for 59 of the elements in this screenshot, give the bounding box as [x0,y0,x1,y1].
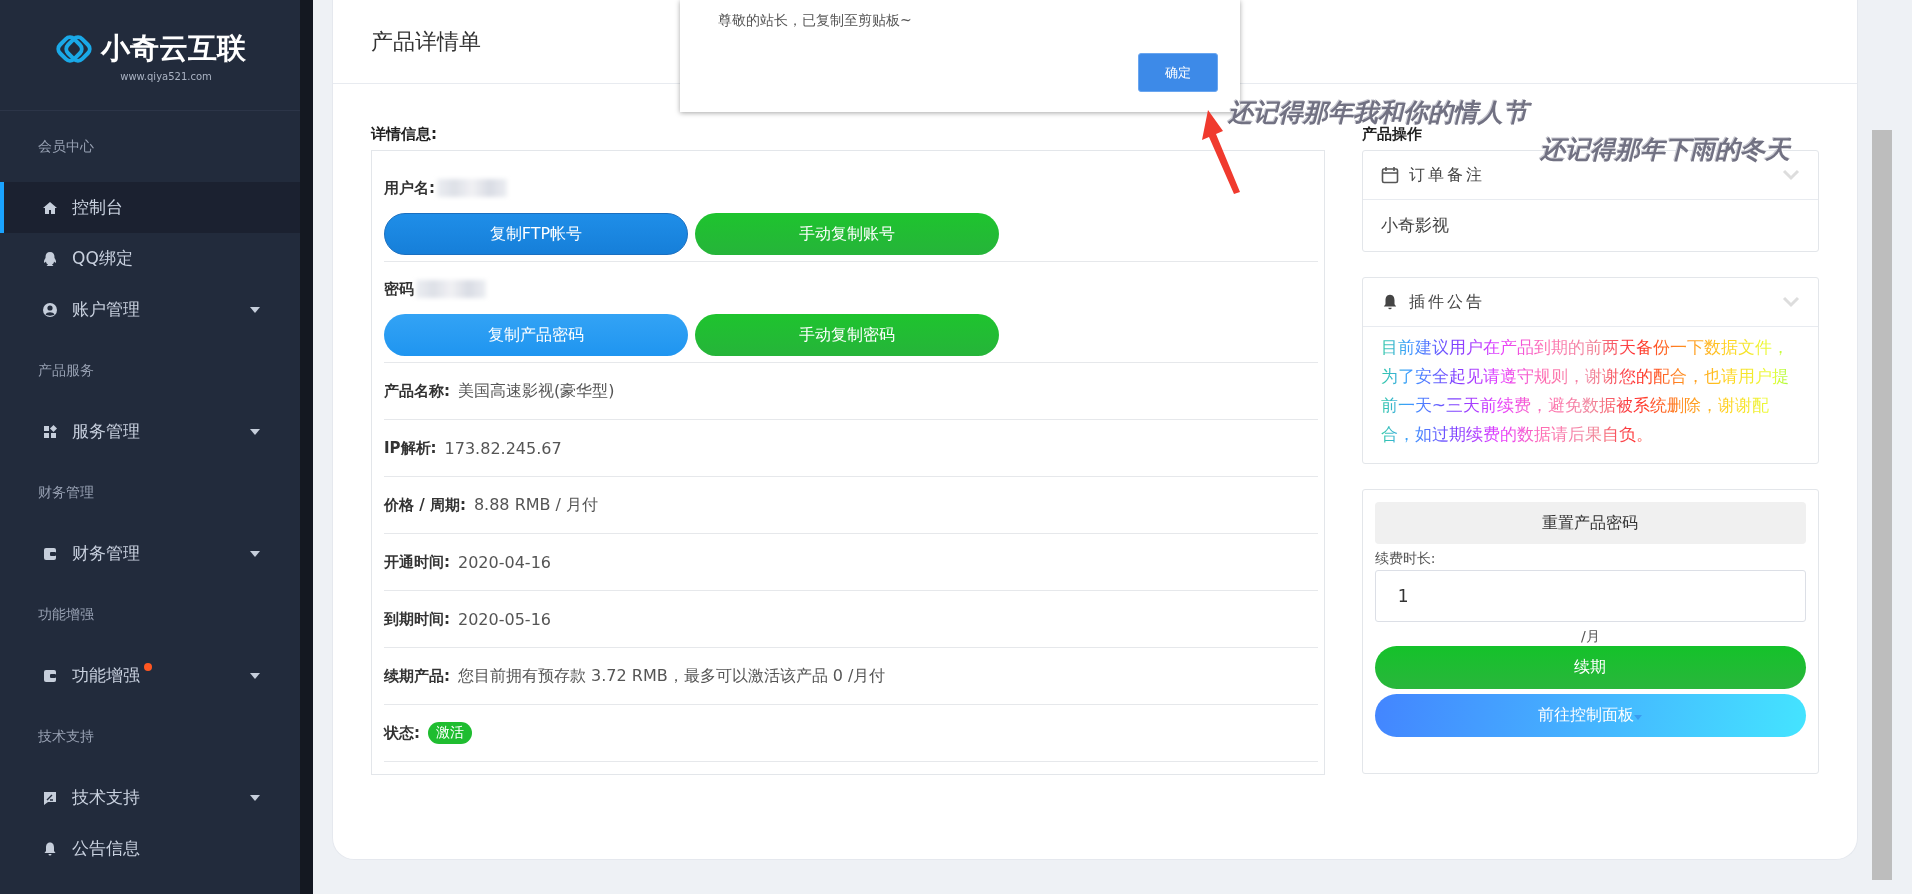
reset-password-button[interactable]: 重置产品密码 [1374,502,1806,544]
blurred-value [416,280,486,298]
menu-icon [42,789,58,806]
logo-url: www.qiya521.com [120,70,212,82]
field-label: 开通时间: [384,552,450,572]
field-label: 状态: [384,723,420,743]
field-label: 用户名: [384,178,435,198]
sidebar-item[interactable]: 技术支持 [0,772,300,823]
sidebar-item[interactable]: 财务管理 [0,528,300,579]
section-label: 财务管理 [37,482,95,502]
annotation-text: 还记得那年下雨的冬天 [1540,134,1790,166]
unit-label: /月 [1579,628,1601,646]
menu-icon [42,250,58,267]
menu-icon [42,199,58,216]
field-label: 价格 / 周期: [384,495,466,515]
field-label: 到期时间: [384,609,450,629]
panel-title: 插件公告 [1408,291,1485,313]
menu-icon [42,667,58,684]
note-text: 小奇影视 [1379,214,1450,237]
sidebar-item[interactable]: 公告信息 [0,823,300,874]
status-badge: 激活 [428,722,472,744]
sidebar-item[interactable]: 账户管理 [0,284,300,335]
field-label: IP解析: [384,438,437,458]
sidebar-item[interactable]: 服务管理 [0,406,300,457]
chevron-icon[interactable] [1782,169,1800,181]
field-label: 续期产品: [384,666,450,686]
menu-icon [42,545,58,562]
page-title: 产品详情单 [371,27,481,56]
sidebar-item[interactable]: 功能增强 [0,650,300,701]
section-label: 会员中心 [37,136,95,156]
menu-icon [42,840,58,857]
duration-input[interactable]: 1 [1374,570,1806,622]
sidebar-item[interactable]: QQ绑定 [0,233,300,284]
menu-icon [42,301,58,318]
field-value: 美国高速影视(豪华型) [458,380,615,402]
confirm-button[interactable]: 确定 [1138,53,1218,92]
caret-icon [1634,715,1643,720]
scrollbar[interactable] [1872,130,1892,880]
field-value: 8.88 RMB / 月付 [473,494,599,516]
field-value: 173.82.245.67 [444,438,562,458]
section-label: 功能增强 [37,604,95,624]
field-label: 产品名称: [384,381,450,401]
field-label: 续费时长: [1374,550,1437,568]
blurred-value [437,179,507,197]
panel-title: 订单备注 [1408,164,1485,186]
section-heading: 详情信息: [371,124,438,144]
section-label: 技术支持 [37,726,95,746]
section-label: 产品服务 [37,360,95,380]
field-label: 密码 [384,279,414,299]
chevron-icon[interactable] [1782,296,1800,308]
calendar-icon [1380,166,1399,184]
copy-button[interactable]: 复制FTP帐号 [384,213,688,255]
sidebar-item[interactable]: 控制台 [0,182,300,233]
logo-name: 小奇云互联 [100,30,246,66]
menu-icon [42,423,58,440]
field-value: 2020-05-16 [458,609,551,629]
dialog-message: 尊敬的站长，已复制至剪贴板~ [718,12,912,28]
field-value: 2020-04-16 [458,552,551,572]
field-value: 您目前拥有预存款 3.72 RMB，最多可以激活该产品 0 /月付 [458,665,886,687]
